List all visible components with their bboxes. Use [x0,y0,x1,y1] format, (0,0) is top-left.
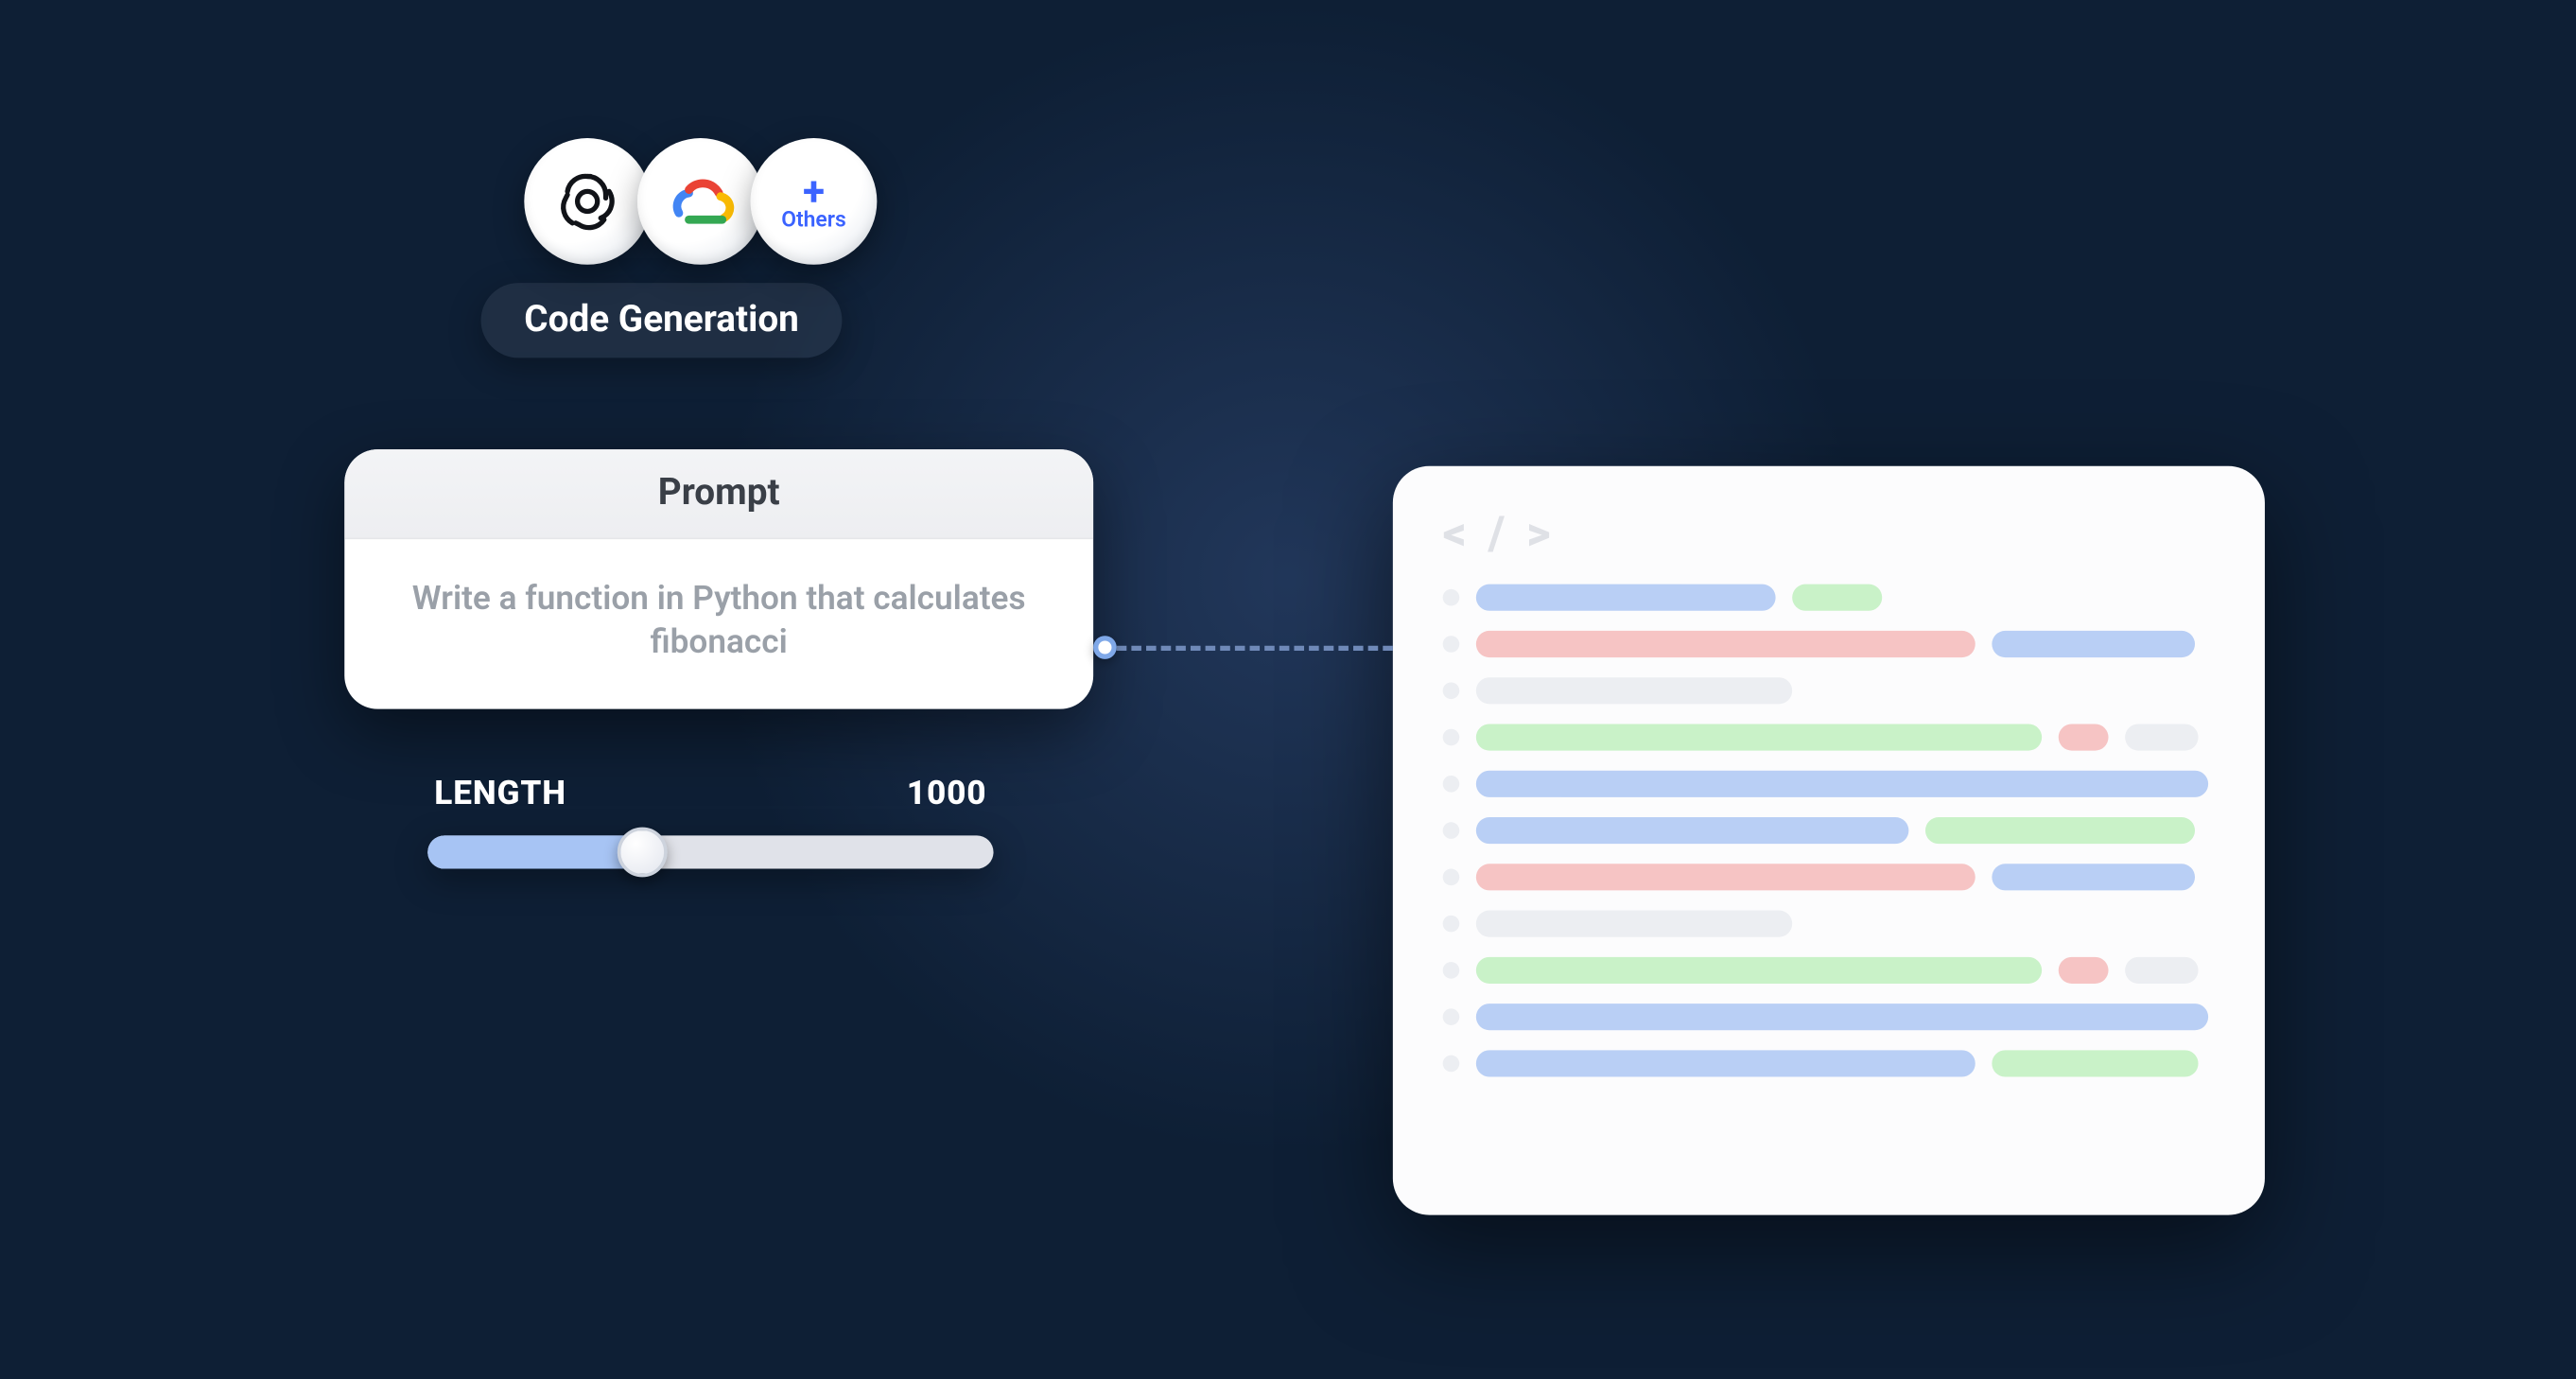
code-segment [1476,864,1976,890]
code-segment [2125,957,2198,984]
slider-label: LENGTH [434,772,566,812]
code-line [1443,817,2215,844]
code-line [1443,911,2215,937]
code-generation-pill: Code Generation [481,283,843,358]
others-label: Others [781,207,846,232]
code-segment [1925,817,2195,844]
code-segment [1476,911,1792,937]
line-number-dot [1443,729,1460,746]
code-line [1443,771,2215,797]
code-segment [1476,631,1976,657]
length-slider[interactable] [427,835,993,868]
line-number-dot [1443,962,1460,979]
code-line [1443,1004,2215,1030]
line-number-dot [1443,682,1460,699]
code-segment [1476,724,2042,750]
prompt-header: Prompt [344,449,1093,539]
line-number-dot [1443,822,1460,839]
prompt-body-text: Write a function in Python that calculat… [344,539,1093,708]
code-line [1443,1050,2215,1076]
prompt-card: Prompt Write a function in Python that c… [344,449,1093,709]
code-line [1443,677,2215,704]
code-segment [1992,1050,2198,1076]
code-lines [1443,585,2215,1077]
line-number-dot [1443,1008,1460,1025]
line-number-dot [1443,869,1460,886]
length-slider-group: LENGTH 1000 [427,772,993,868]
code-segment [1476,817,1909,844]
openai-icon [524,138,651,265]
connector-line [1117,646,1393,651]
code-segment [2125,724,2198,750]
code-segment [1992,631,2195,657]
connector-dot [1093,636,1117,659]
line-number-dot [1443,776,1460,793]
slider-fill [427,835,642,868]
code-segment [1476,585,1776,611]
code-segment [1476,1050,1976,1076]
code-line [1443,631,2215,657]
code-segment [1476,1004,2208,1030]
slider-value: 1000 [907,772,987,812]
code-segment [1476,957,2042,984]
line-number-dot [1443,636,1460,653]
code-segment [1476,677,1792,704]
code-segment [1476,771,2208,797]
code-segment [2059,957,2109,984]
plus-icon: + [803,170,825,210]
line-number-dot [1443,1056,1460,1073]
code-line [1443,864,2215,890]
code-segment [1992,864,2195,890]
code-line [1443,957,2215,984]
slider-thumb[interactable] [618,828,668,878]
code-segment [2059,724,2109,750]
line-number-dot [1443,916,1460,933]
code-icon: < / > [1443,506,2215,561]
provider-badges: + Others [524,138,863,265]
code-line [1443,585,2215,611]
others-badge: + Others [751,138,878,265]
code-output-panel: < / > [1393,466,2265,1215]
line-number-dot [1443,589,1460,606]
google-cloud-icon [637,138,764,265]
code-segment [1792,585,1882,611]
code-line [1443,724,2215,750]
